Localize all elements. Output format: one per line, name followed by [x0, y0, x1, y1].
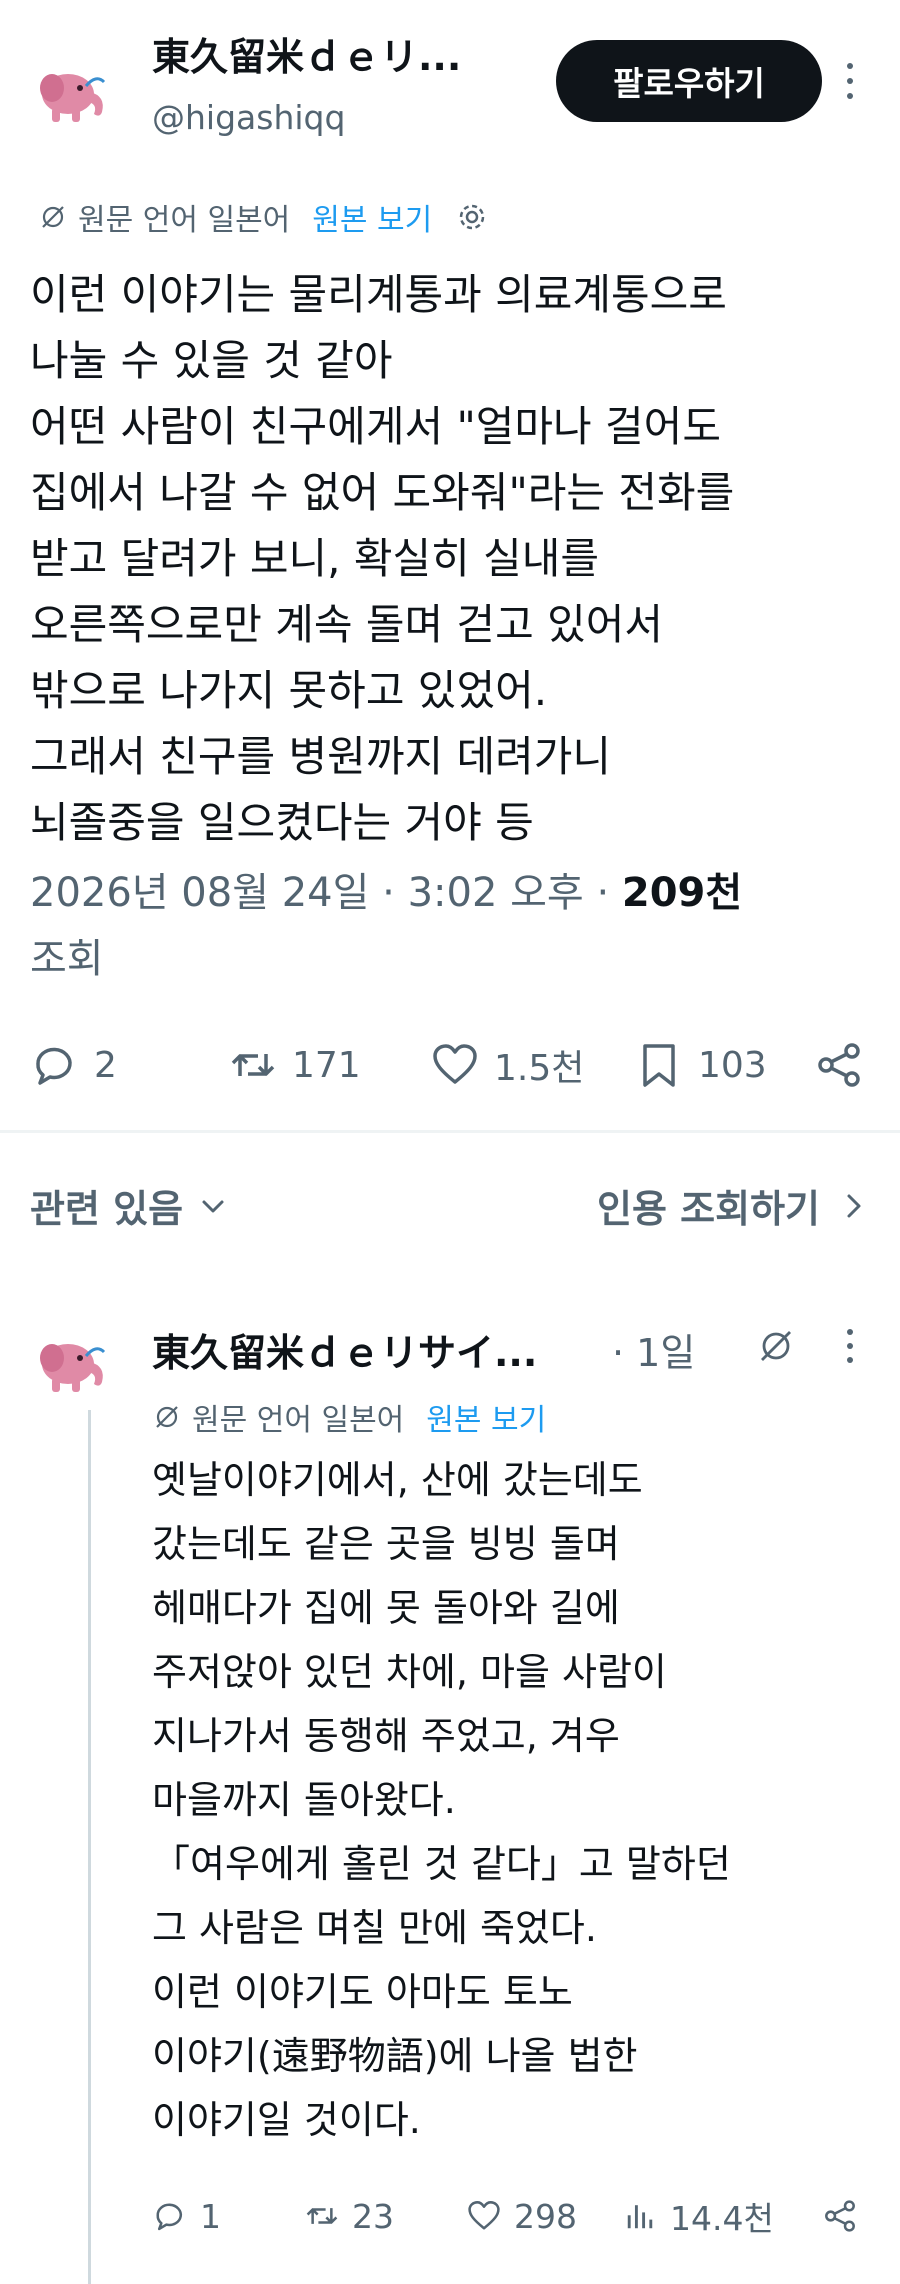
reply-translation-row: 원문 언어 일본어 원본 보기	[152, 1392, 546, 1442]
reply-action-bar: 1 23 298 14.4천	[152, 2186, 872, 2246]
reply-translation-note: 원문 언어 일본어	[192, 1403, 405, 1438]
reply-button[interactable]: 2	[30, 1030, 117, 1100]
reply-like-count: 298	[514, 2196, 577, 2236]
tweet-body-line: 밖으로 나가지 못하고 있었어.	[30, 666, 548, 715]
views-label: 조회	[30, 936, 104, 982]
translation-row: 원문 언어 일본어 원본 보기	[38, 192, 490, 242]
like-count: 1.5천	[494, 1048, 585, 1089]
views-count: 209천	[621, 870, 743, 916]
reply-body-line: 헤매다가 집에 못 돌아와 길에	[152, 1586, 620, 1630]
reply-body-line: 「여우에게 홀린 것 같다」고 말하던	[152, 1842, 731, 1886]
bookmark-icon	[643, 1044, 675, 1087]
related-dropdown[interactable]: 관련 있음	[30, 1178, 229, 1233]
more-icon[interactable]	[838, 1324, 862, 1368]
tweet-body-line: 어떤 사람이 친구에게서 "얼마나 걸어도	[30, 402, 721, 451]
quotes-label: 인용 조회하기	[597, 1187, 820, 1231]
reply-body: 옛날이야기에서, 산에 갔는데도 갔는데도 같은 곳을 빙빙 돌며 헤매다가 집…	[152, 1448, 852, 2152]
share-icon	[825, 2200, 855, 2232]
translate-icon	[156, 1406, 178, 1428]
reply-time[interactable]: · 1일	[612, 1322, 695, 1377]
chevron-right-icon	[847, 1194, 861, 1217]
reply-body-line: 주저앉아 있던 차에, 마을 사람이	[152, 1650, 667, 1694]
reply-views-button[interactable]: 14.4천	[622, 2186, 774, 2246]
reply-icon	[36, 1047, 72, 1085]
tweet-body-line: 집에서 나갈 수 없어 도와줘"라는 전화를	[30, 468, 735, 517]
reply-retweet-count: 23	[352, 2196, 394, 2236]
translate-icon	[42, 206, 64, 228]
reply-body-line: 이런 이야기도 아마도 토노	[152, 1970, 573, 2014]
more-icon[interactable]	[838, 56, 862, 106]
translate-icon[interactable]	[756, 1326, 796, 1366]
reply-views-count: 14.4천	[670, 2199, 774, 2238]
view-quotes-link[interactable]: 인용 조회하기	[597, 1178, 870, 1233]
reply-body-line: 마을까지 돌아왔다.	[152, 1778, 456, 1822]
reply-body-line: 그 사람은 며칠 만에 죽었다.	[152, 1906, 597, 1950]
translation-note: 원문 언어 일본어	[78, 203, 291, 238]
follow-button[interactable]: 팔로우하기	[556, 40, 822, 122]
reply-body-line: 갔는데도 같은 곳을 빙빙 돌며	[152, 1522, 620, 1566]
gear-icon[interactable]	[454, 199, 490, 235]
retweet-button[interactable]: 171	[228, 1030, 361, 1100]
tweet-body-line: 이런 이야기는 물리계통과 의료계통으로	[30, 270, 727, 319]
tweet-body-line: 받고 달려가 보니, 확실히 실내를	[30, 534, 600, 583]
tweet-body-line: 뇌졸중을 일으켰다는 거야 등	[30, 798, 534, 847]
retweet-icon	[306, 2208, 338, 2224]
reply-author-name[interactable]: 東久留米ｄｅリサイ...	[152, 1322, 608, 1377]
reply-body-line: 이야기일 것이다.	[152, 2098, 421, 2142]
section-divider	[0, 1130, 900, 1133]
related-label: 관련 있음	[30, 1187, 184, 1231]
show-original-link[interactable]: 원본 보기	[312, 195, 432, 239]
bookmark-button[interactable]: 103	[634, 1030, 767, 1100]
tweet-body-line: 오른쪽으로만 계속 돌며 걷고 있어서	[30, 600, 664, 649]
like-icon	[433, 1044, 477, 1084]
reply-count: 2	[94, 1044, 117, 1086]
timestamp[interactable]: 2026년 08월 24일 · 3:02 오후	[30, 870, 584, 916]
action-bar: 2 171 1.5천 103	[30, 1030, 880, 1100]
elephant-avatar-icon[interactable]	[30, 52, 110, 132]
tweet-body: 이런 이야기는 물리계통과 의료계통으로 나눌 수 있을 것 같아 어떤 사람이…	[30, 262, 880, 856]
meta-separator: ·	[596, 870, 610, 916]
views-icon	[627, 2205, 653, 2229]
reply-body-line: 지나가서 동행해 주었고, 겨우	[152, 1714, 620, 1758]
reply-body-line: 옛날이야기에서, 산에 갔는데도	[152, 1458, 643, 1502]
share-icon	[818, 1043, 860, 1087]
share-button[interactable]	[814, 1030, 878, 1100]
elephant-avatar-icon[interactable]	[30, 1322, 110, 1402]
tweet-meta: 2026년 08월 24일 · 3:02 오후 · 209천	[30, 860, 742, 918]
like-icon	[468, 2201, 500, 2230]
tweet-body-line: 나눌 수 있을 것 같아	[30, 336, 393, 385]
bookmark-count: 103	[698, 1044, 767, 1086]
author-name[interactable]: 東久留米ｄｅリ...	[152, 26, 532, 81]
reply-reply-count: 1	[200, 2196, 221, 2236]
reply-reply-button[interactable]: 1	[152, 2186, 221, 2246]
reply-like-button[interactable]: 298	[466, 2186, 577, 2246]
retweet-icon	[231, 1054, 275, 1076]
reply-show-original-link[interactable]: 원본 보기	[426, 1395, 546, 1439]
thread-line	[88, 1410, 91, 2284]
retweet-count: 171	[292, 1044, 361, 1086]
author-handle[interactable]: @higashiqq	[152, 98, 345, 137]
reply-icon	[156, 2203, 183, 2231]
tweet-detail-page: 東久留米ｄｅリ... @higashiqq 팔로우하기 원문 언어 일본어 원본…	[0, 0, 900, 2284]
chevron-down-icon	[202, 1200, 224, 1212]
reply-retweet-button[interactable]: 23	[304, 2186, 394, 2246]
like-button[interactable]: 1.5천	[430, 1030, 584, 1100]
reply-body-line: 이야기(遠野物語)에 나올 법한	[152, 2034, 638, 2078]
reply-share-button[interactable]	[822, 2186, 870, 2246]
tweet-body-line: 그래서 친구를 병원까지 데려가니	[30, 732, 612, 781]
